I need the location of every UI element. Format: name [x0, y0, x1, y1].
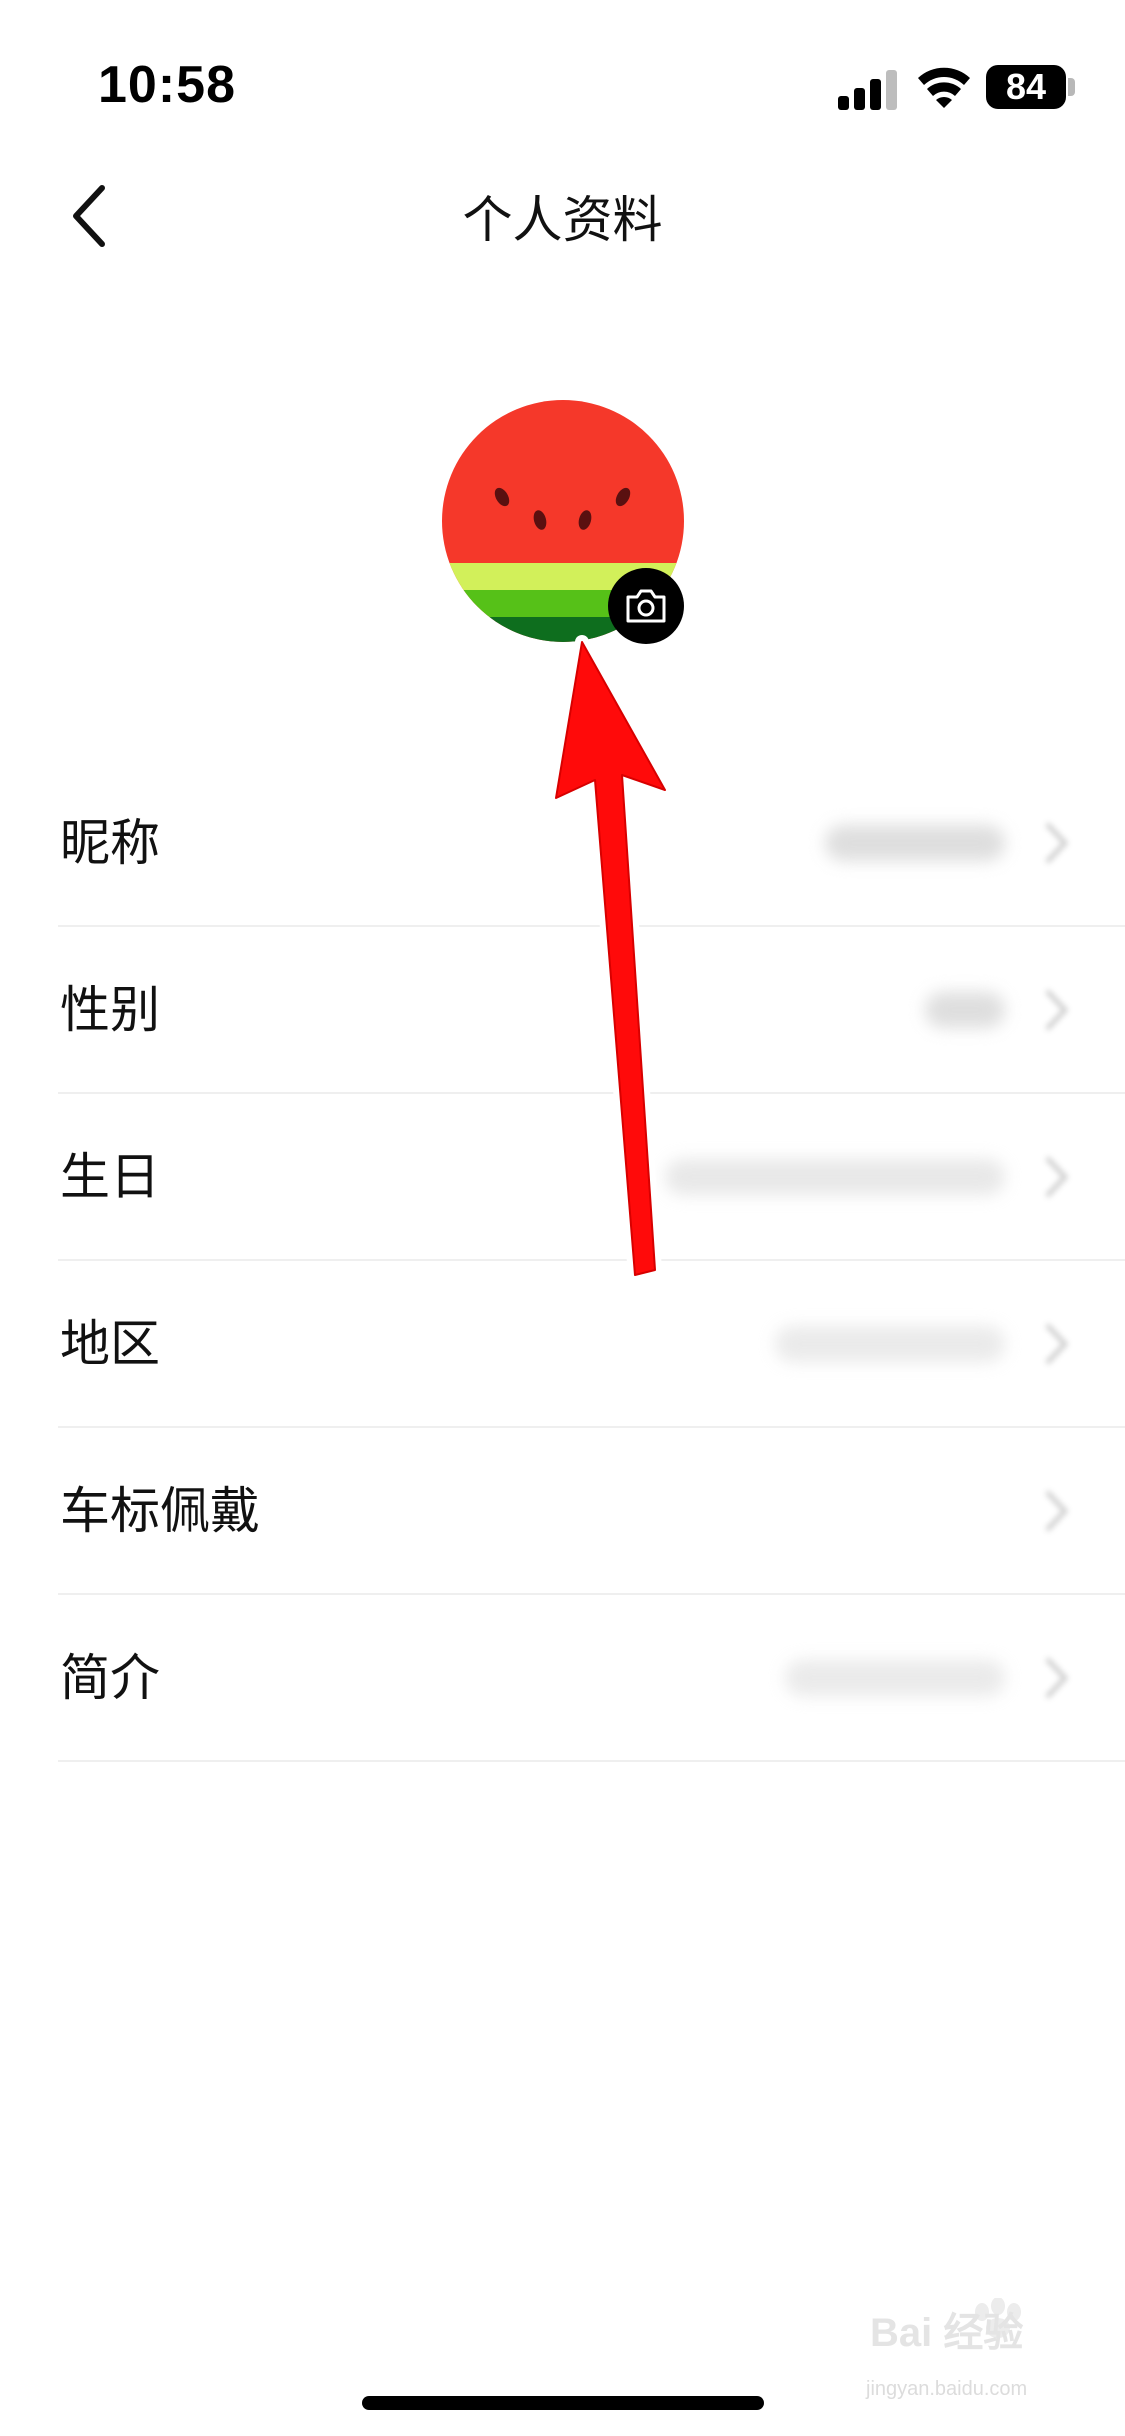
chevron-right-icon: [1045, 1490, 1069, 1532]
blurred-value: [825, 825, 1005, 861]
chevron-right-icon: [1045, 1156, 1069, 1198]
chevron-right-icon: [1045, 1323, 1069, 1365]
blurred-value: [925, 992, 1005, 1028]
row-car-badge[interactable]: 车标佩戴: [0, 1428, 1125, 1595]
row-label: 性别: [60, 981, 160, 1039]
chevron-right-icon: [1045, 822, 1069, 864]
row-label: 地区: [60, 1315, 160, 1373]
divider: [58, 1760, 1125, 1762]
row-label: 简介: [60, 1649, 160, 1707]
battery-level: 84: [1005, 66, 1047, 107]
status-bar: 10:58 84: [0, 0, 1125, 170]
battery-icon: 84: [986, 65, 1066, 109]
watermark-brand: Bai 经验: [870, 2311, 1024, 2355]
camera-icon: [626, 589, 666, 623]
chevron-right-icon: [1045, 1657, 1069, 1699]
chevron-right-icon: [1045, 989, 1069, 1031]
row-bio[interactable]: 简介: [0, 1595, 1125, 1762]
home-indicator: [362, 2396, 764, 2410]
blurred-value: [665, 1159, 1005, 1195]
blurred-value: [775, 1326, 1005, 1362]
blurred-value: [785, 1660, 1005, 1696]
row-label: 车标佩戴: [60, 1482, 260, 1540]
row-label: 生日: [60, 1148, 160, 1206]
row-label: 昵称: [60, 814, 160, 872]
page-title: 个人资料: [462, 191, 663, 249]
battery-cap: [1068, 78, 1075, 96]
watermark-url: jingyan.baidu.com: [866, 2378, 1028, 2400]
status-time: 10:58: [98, 56, 236, 114]
signal-icon: [838, 70, 897, 110]
wifi-icon: [918, 67, 970, 108]
annotation-arrow: [549, 635, 672, 1282]
